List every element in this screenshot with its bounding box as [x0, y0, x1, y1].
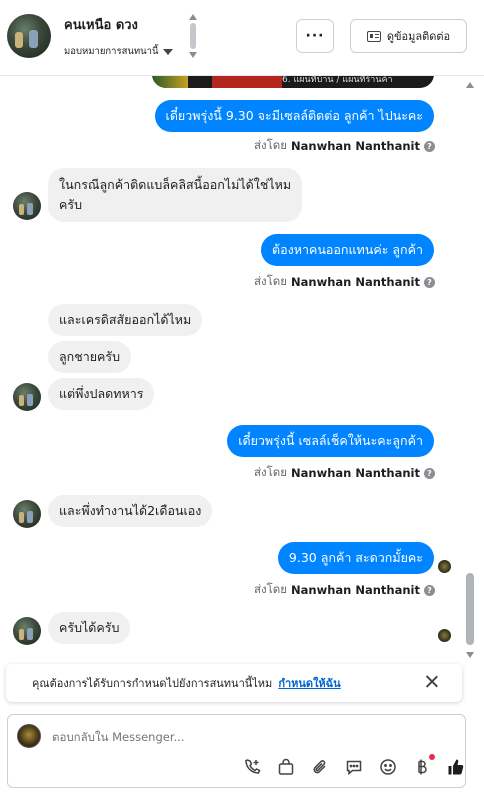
banner-text: คุณต้องการได้รับการกำหนดไปยังการสนทนานี้…: [32, 677, 273, 690]
outgoing-message[interactable]: เดี๋ยวพรุ่งนี้ เซลล์เช็คให้นะคะลูกค้า: [227, 425, 434, 457]
scroll-up-icon[interactable]: [189, 14, 197, 20]
contact-name[interactable]: คนเหนือ ดวง: [64, 14, 138, 35]
sender-name: Nanwhan Nanthanit: [291, 275, 420, 289]
page-avatar: [17, 724, 41, 748]
incoming-message[interactable]: ในกรณีลูกค้าติดแบล็คลิสนี้ออกไม่ได้ใช่ไห…: [48, 168, 303, 222]
help-icon[interactable]: ?: [424, 140, 435, 152]
scroll-thumb[interactable]: [190, 23, 196, 49]
sent-by: ส่งโดย Nanwhan Nanthanit ?: [254, 137, 435, 155]
incoming-message[interactable]: และเครดิสสัยออกได้ไหม: [48, 304, 203, 336]
incoming-message[interactable]: แต่พึ่งปลดทหาร: [48, 378, 155, 410]
header-scroll-control[interactable]: [187, 14, 199, 60]
help-icon[interactable]: ?: [424, 276, 435, 288]
sent-by: ส่งโดย Nanwhan Nanthanit ?: [254, 464, 435, 482]
reply-input[interactable]: [52, 730, 352, 744]
chat-bubble-icon[interactable]: [344, 757, 364, 777]
image-caption: 6. แผนที่บ้าน / แผนที่ร้านค้า: [282, 76, 393, 85]
baht-icon[interactable]: [412, 754, 435, 777]
scroll-down-icon[interactable]: [189, 52, 197, 58]
sent-by-prefix: ส่งโดย: [253, 138, 288, 152]
incoming-message[interactable]: ครับได้ครับ: [48, 612, 131, 644]
notification-dot: [429, 754, 435, 760]
image-segment: [152, 76, 188, 88]
scroll-down-icon[interactable]: [466, 652, 474, 658]
outgoing-message[interactable]: 9.30 ลูกค้า สะดวกมั้ยคะ: [277, 542, 434, 574]
contact-card-icon: [366, 30, 381, 42]
help-icon[interactable]: ?: [424, 584, 435, 596]
scroll-up-icon[interactable]: [466, 82, 474, 88]
sender-name: Nanwhan Nanthanit: [291, 466, 420, 480]
contact-avatar-small[interactable]: [13, 192, 41, 220]
contact-avatar[interactable]: [7, 14, 51, 58]
message-composer: [7, 714, 466, 788]
outgoing-message[interactable]: ต้องหาคนออกแทนค่ะ ลูกค้า: [261, 234, 434, 266]
assign-to-me-link[interactable]: กำหนดให้ฉัน: [278, 674, 340, 692]
message-line: ครับ: [59, 197, 83, 212]
view-contact-info-label: ดูข้อมูลติดต่อ: [386, 30, 451, 43]
sender-name: Nanwhan Nanthanit: [291, 583, 420, 597]
close-icon[interactable]: [424, 674, 440, 690]
assignment-reminder-banner: คุณต้องการได้รับการกำหนดไปยังการสนทนานี้…: [6, 664, 462, 702]
thread-scrollbar[interactable]: [462, 76, 478, 662]
assign-conversation-dropdown[interactable]: มอบหมายการสนทนานี้: [64, 44, 173, 59]
sent-by: ส่งโดย Nanwhan Nanthanit ?: [254, 581, 435, 599]
conversation-header: คนเหนือ ดวง มอบหมายการสนทนานี้ ··· ดูข้อ…: [0, 0, 484, 76]
caret-down-icon: [162, 48, 173, 55]
incoming-message[interactable]: ลูกชายครับ: [48, 341, 132, 373]
sent-by: ส่งโดย Nanwhan Nanthanit ?: [254, 273, 435, 291]
image-segment: [212, 76, 282, 88]
sent-by-prefix: ส่งโดย: [253, 274, 288, 288]
paperclip-icon[interactable]: [310, 757, 330, 777]
composer-toolbar: [242, 754, 466, 777]
scroll-thumb[interactable]: [466, 573, 474, 645]
shopping-bag-icon[interactable]: [276, 757, 296, 777]
message-thread: 6. แผนที่บ้าน / แผนที่ร้านค้า เดี๋ยวพรุ่…: [0, 76, 466, 656]
more-options-button[interactable]: ···: [296, 19, 334, 53]
view-contact-info-button[interactable]: ดูข้อมูลติดต่อ: [350, 19, 467, 53]
sender-name: Nanwhan Nanthanit: [291, 139, 420, 153]
contact-avatar-small[interactable]: [13, 617, 41, 645]
help-icon[interactable]: ?: [424, 467, 435, 479]
phone-add-icon[interactable]: [242, 757, 262, 777]
contact-avatar-small[interactable]: [13, 383, 41, 411]
emoji-icon[interactable]: [378, 757, 398, 777]
message-line: ในกรณีลูกค้าติดแบล็คลิสนี้ออกไม่ได้ใช่ไห…: [59, 177, 292, 192]
sent-by-prefix: ส่งโดย: [253, 465, 288, 479]
more-icon: ···: [305, 28, 325, 44]
shared-image[interactable]: 6. แผนที่บ้าน / แผนที่ร้านค้า: [152, 76, 434, 88]
contact-avatar-small[interactable]: [13, 500, 41, 528]
seen-indicator-avatar: [438, 560, 451, 573]
outgoing-message[interactable]: เดี๋ยวพรุ่งนี้ 9.30 จะมีเซลล์ติดต่อ ลูกค…: [154, 100, 434, 132]
sent-by-prefix: ส่งโดย: [253, 582, 288, 596]
assign-label: มอบหมายการสนทนานี้: [64, 46, 159, 57]
seen-indicator-avatar: [438, 629, 451, 642]
thumbs-up-icon[interactable]: [446, 757, 466, 777]
incoming-message[interactable]: และพึ่งทำงานได้2เดือนเอง: [48, 495, 213, 527]
